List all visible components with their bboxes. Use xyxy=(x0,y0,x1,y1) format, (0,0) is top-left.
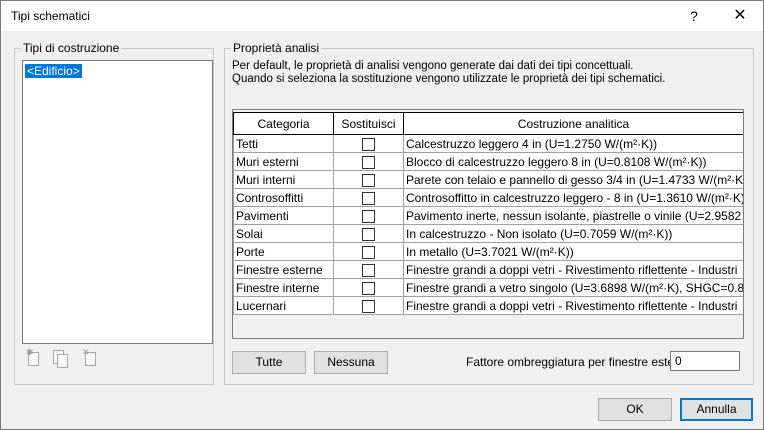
description-text: Per default, le proprietà di analisi ven… xyxy=(232,60,665,86)
table-row: Lucernari Finestre grandi a doppi vetri -… xyxy=(233,296,743,315)
sostituisci-checkbox[interactable] xyxy=(362,263,375,277)
cell-costruzione[interactable]: In metallo (U=3.7021 W/(m²·K)) xyxy=(403,242,743,261)
cell-categoria: Pavimenti xyxy=(233,206,334,225)
cell-categoria: Controsoffitti xyxy=(233,188,334,207)
description-line-2: Quando si seleziona la sostituzione veng… xyxy=(232,73,666,85)
cell-categoria: Finestre interne xyxy=(233,278,334,297)
cell-sostituisci xyxy=(333,260,404,279)
construction-types-list[interactable]: <Edificio> xyxy=(22,60,213,344)
table-row: Pavimenti Pavimento inerte, nessun isolan… xyxy=(233,206,743,225)
select-none-button[interactable]: Nessuna xyxy=(314,351,388,374)
header-categoria: Categoria xyxy=(233,112,334,135)
construction-types-label: Tipi di costruzione xyxy=(23,41,120,55)
cell-costruzione[interactable]: Controsoffitto in calcestruzzo leggero -… xyxy=(403,188,743,207)
cell-categoria: Porte xyxy=(233,242,334,261)
shading-factor-label: Fattore ombreggiatura per finestre ester… xyxy=(466,355,695,369)
table-row: Finestre esterne Finestre grandi a doppi … xyxy=(233,260,743,279)
description-line-1: Per default, le proprietà di analisi ven… xyxy=(232,60,634,72)
cell-categoria: Solai xyxy=(233,224,334,243)
analysis-table: Categoria Sostituisci Costruzione analit… xyxy=(233,112,743,315)
ok-button[interactable]: OK xyxy=(598,398,672,421)
delete-type-icon[interactable]: ✕ xyxy=(82,347,96,366)
cell-categoria: Tetti xyxy=(233,134,334,153)
table-row: Muri esterni Blocco di calcestruzzo legge… xyxy=(233,152,743,171)
table-row: Tetti Calcestruzzo leggero 4 in (U=1.2750… xyxy=(233,134,743,153)
sostituisci-checkbox[interactable] xyxy=(362,227,375,241)
duplicate-type-icon[interactable] xyxy=(53,350,68,368)
cell-categoria: Muri interni xyxy=(233,170,334,189)
cell-costruzione[interactable]: In calcestruzzo - Non isolato (U=0.7059 … xyxy=(403,224,743,243)
table-row: Muri interni Parete con telaio e pannello… xyxy=(233,170,743,189)
analysis-properties-label: Proprietà analisi xyxy=(233,41,320,55)
cell-sostituisci xyxy=(333,206,404,225)
header-costruzione: Costruzione analitica xyxy=(403,112,743,135)
table-row: Controsoffitti Controsoffitto in calcestr… xyxy=(233,188,743,207)
list-item-edificio[interactable]: <Edificio> xyxy=(24,63,83,79)
cell-sostituisci xyxy=(333,242,404,261)
cell-costruzione[interactable]: Calcestruzzo leggero 4 in (U=1.2750 W/(m… xyxy=(403,134,743,153)
cell-sostituisci xyxy=(333,278,404,297)
cell-costruzione[interactable]: Finestre grandi a doppi vetri - Rivestim… xyxy=(403,296,743,315)
table-header-row: Categoria Sostituisci Costruzione analit… xyxy=(233,112,743,135)
cell-categoria: Finestre esterne xyxy=(233,260,334,279)
cell-sostituisci xyxy=(333,134,404,153)
cell-sostituisci xyxy=(333,170,404,189)
select-all-button[interactable]: Tutte xyxy=(232,351,306,374)
sostituisci-checkbox[interactable] xyxy=(362,245,375,259)
window-title: Tipi schematici xyxy=(11,9,90,23)
dialog-window: Tipi schematici ? ✕ Tipi di costruzione … xyxy=(0,0,764,430)
table-row: Porte In metallo (U=3.7021 W/(m²·K)) xyxy=(233,242,743,261)
cell-costruzione[interactable]: Pavimento inerte, nessun isolante, piast… xyxy=(403,206,743,225)
cell-costruzione[interactable]: Blocco di calcestruzzo leggero 8 in (U=0… xyxy=(403,152,743,171)
analysis-table-container: Categoria Sostituisci Costruzione analit… xyxy=(232,109,744,339)
cell-categoria: Muri esterni xyxy=(233,152,334,171)
cell-costruzione[interactable]: Finestre grandi a vetro singolo (U=3.689… xyxy=(403,278,743,297)
sostituisci-checkbox[interactable] xyxy=(362,155,375,169)
cell-costruzione[interactable]: Finestre grandi a doppi vetri - Rivestim… xyxy=(403,260,743,279)
cell-sostituisci xyxy=(333,152,404,171)
cell-costruzione[interactable]: Parete con telaio e pannello di gesso 3/… xyxy=(403,170,743,189)
new-type-icon[interactable]: ✱ xyxy=(26,347,40,366)
table-row: Solai In calcestruzzo - Non isolato (U=0.… xyxy=(233,224,743,243)
title-bar: Tipi schematici ? ✕ xyxy=(1,1,763,31)
cancel-button[interactable]: Annulla xyxy=(680,398,753,421)
header-sostituisci: Sostituisci xyxy=(333,112,404,135)
cell-categoria: Lucernari xyxy=(233,296,334,315)
sostituisci-checkbox[interactable] xyxy=(362,209,375,223)
sostituisci-checkbox[interactable] xyxy=(362,137,375,151)
help-button[interactable]: ? xyxy=(671,1,717,31)
close-button[interactable]: ✕ xyxy=(717,1,763,31)
cell-sostituisci xyxy=(333,188,404,207)
sostituisci-checkbox[interactable] xyxy=(362,173,375,187)
cell-sostituisci xyxy=(333,296,404,315)
sostituisci-checkbox[interactable] xyxy=(362,281,375,295)
shading-factor-input[interactable] xyxy=(670,351,740,371)
sostituisci-checkbox[interactable] xyxy=(362,191,375,205)
cell-sostituisci xyxy=(333,224,404,243)
table-row: Finestre interne Finestre grandi a vetro … xyxy=(233,278,743,297)
sostituisci-checkbox[interactable] xyxy=(362,299,375,313)
